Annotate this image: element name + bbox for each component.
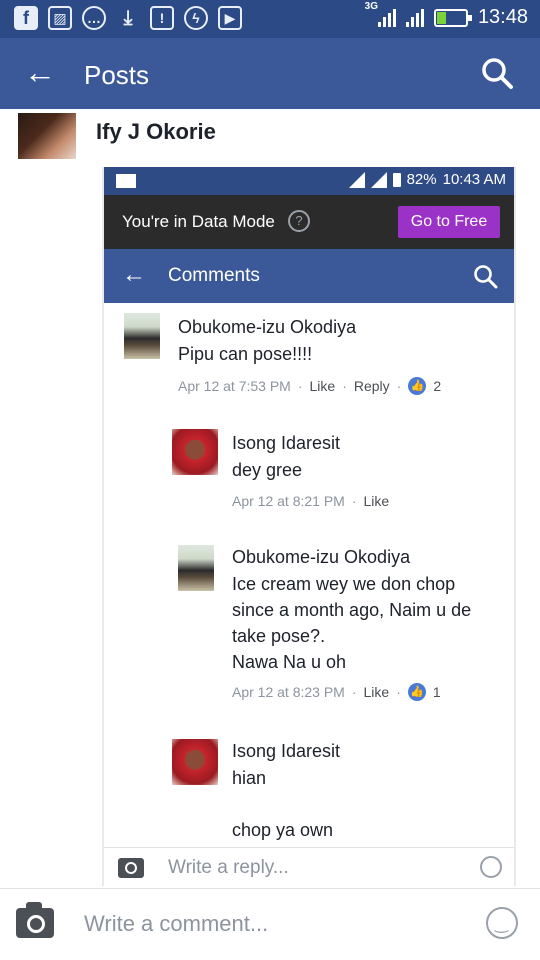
commenter-avatar	[178, 545, 214, 591]
facebook-icon: f	[14, 6, 38, 30]
back-arrow-icon: ←	[122, 261, 146, 288]
commenter-avatar	[124, 313, 160, 359]
page-title: Posts	[84, 60, 150, 90]
comment-text: hian chop ya own	[232, 768, 334, 840]
network-type: 3G	[364, 1, 378, 12]
comment-composer: Write a comment...	[0, 888, 540, 960]
comment-time: Apr 12 at 8:21 PM	[232, 493, 345, 509]
youtube-icon: ▶	[218, 6, 242, 30]
commenter-name: Isong Idaresit	[232, 433, 341, 453]
commenter-avatar	[172, 429, 218, 475]
chat-icon: …	[82, 6, 106, 30]
clock: 13:48	[477, 6, 528, 28]
mail-icon	[116, 174, 136, 188]
like-link: Like	[363, 493, 390, 509]
comment: Obukome-izu Okodiya Pipu can pose!!!! Ap…	[104, 307, 514, 407]
battery-icon	[392, 172, 401, 187]
embedded-status-bar: 82% 10:43 AM	[104, 167, 514, 195]
comment-text: Pipu can pose!!!!	[178, 344, 313, 364]
notification-icons: f ▨ … ⤓ ! ϟ ▶	[14, 6, 242, 30]
thumbs-up-icon: 👍	[407, 683, 426, 701]
commenter-name: Obukome-izu Okodiya	[178, 317, 357, 337]
data-mode-text: You're in Data Mode	[122, 212, 275, 231]
data-mode-banner: You're in Data Mode ? Go to Free	[104, 195, 514, 249]
thumbs-up-icon: 👍	[408, 377, 427, 395]
comment-meta: Apr 12 at 8:23 PM · Like · 👍 1	[232, 683, 441, 701]
camera-icon	[118, 858, 144, 878]
reaction-count: 2	[433, 378, 442, 394]
search-icon[interactable]	[480, 56, 514, 90]
smiley-icon	[480, 856, 502, 878]
app-bar: ← Posts	[0, 38, 540, 109]
comment-text: dey gree	[232, 460, 303, 480]
alert-icon: !	[150, 6, 174, 30]
comment-reply: Isong Idaresit dey gree Apr 12 at 8:21 P…	[104, 425, 514, 515]
author-name[interactable]: Ify J Okorie	[96, 119, 216, 145]
battery-icon	[433, 8, 472, 27]
signal-icon	[377, 8, 396, 27]
camera-icon[interactable]	[16, 902, 54, 938]
embedded-status-right: 82% 10:43 AM	[348, 171, 506, 188]
comment-reply: Isong Idaresit hian chop ya own	[104, 735, 514, 845]
comment-text: Ice cream wey we don chop since a month …	[232, 574, 472, 672]
reaction-count: 1	[432, 684, 441, 700]
reply-placeholder: Write a reply...	[168, 857, 289, 878]
comment-meta: Apr 12 at 8:21 PM · Like	[232, 493, 390, 509]
search-icon	[474, 265, 498, 289]
commenter-name: Obukome-izu Okodiya	[232, 547, 411, 567]
post-header: Ify J Okorie	[0, 109, 540, 165]
embedded-app-bar: ← Comments	[104, 249, 514, 303]
post-image[interactable]: 82% 10:43 AM You're in Data Mode ? Go to…	[102, 167, 516, 886]
embedded-clock: 10:43 AM	[442, 171, 506, 188]
signal-icon	[405, 8, 424, 27]
comment-time: Apr 12 at 7:53 PM	[178, 378, 291, 394]
go-to-free-button: Go to Free	[398, 206, 500, 238]
commenter-avatar	[172, 739, 218, 785]
avatar[interactable]	[18, 113, 76, 159]
back-arrow-icon[interactable]: ←	[24, 56, 56, 88]
embedded-title: Comments	[168, 265, 260, 286]
like-link: Like	[363, 684, 390, 700]
embedded-reply-bar: Write a reply...	[104, 847, 514, 886]
comment-reply: Obukome-izu Okodiya Ice cream wey we don…	[104, 539, 514, 709]
comment-meta: Apr 12 at 7:53 PM · Like · Reply · 👍 2	[178, 377, 442, 395]
gallery-icon: ▨	[48, 6, 72, 30]
signal-icon	[370, 171, 387, 188]
comment-input[interactable]: Write a comment...	[84, 911, 268, 937]
smiley-icon[interactable]	[486, 907, 518, 939]
comment-time: Apr 12 at 8:23 PM	[232, 684, 345, 700]
like-link: Like	[309, 378, 336, 394]
status-bar: f ▨ … ⤓ ! ϟ ▶ 3G 13:48	[0, 0, 540, 38]
help-icon: ?	[288, 210, 310, 232]
battery-level: 82%	[406, 171, 437, 188]
reply-link: Reply	[353, 378, 390, 394]
commenter-name: Isong Idaresit	[232, 741, 341, 761]
messenger-icon: ϟ	[184, 6, 208, 30]
download-icon: ⤓	[123, 6, 133, 29]
signal-icon	[348, 171, 365, 188]
status-right: 13:48	[377, 6, 528, 29]
